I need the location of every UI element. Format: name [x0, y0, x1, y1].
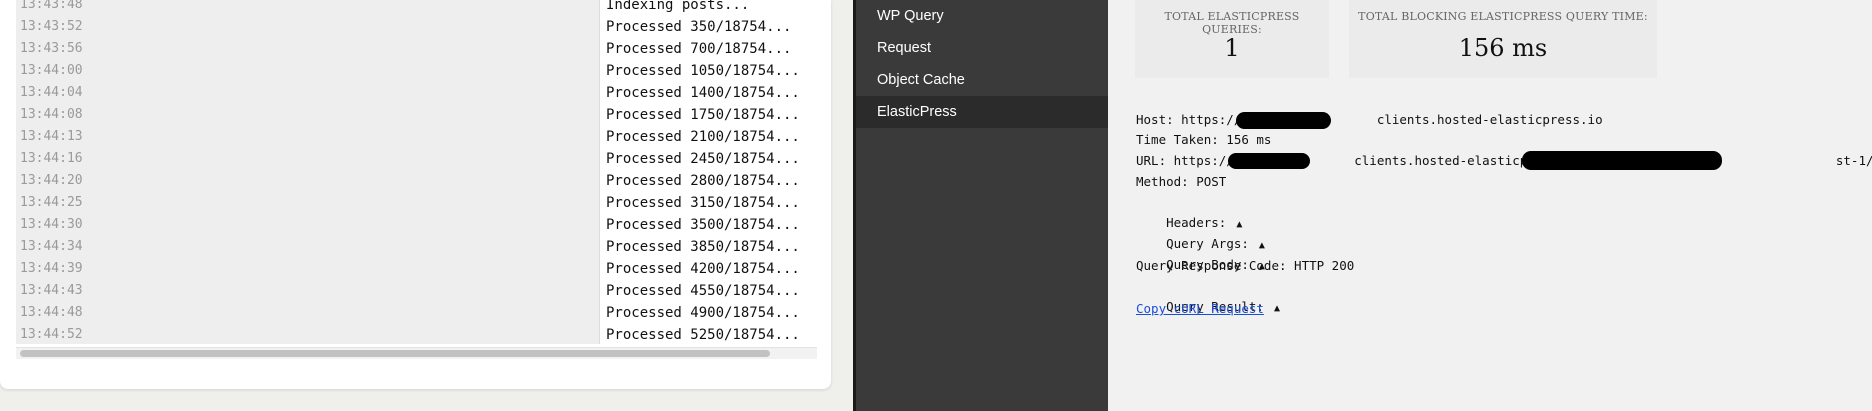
copy-curl-request-link[interactable]: Copy cURL Request	[1136, 299, 1264, 319]
log-message: Processed 700/18754...	[606, 41, 792, 57]
log-timestamp: 13:44:43	[20, 283, 83, 298]
log-timestamp: 13:43:48	[20, 0, 83, 12]
scrollbar-thumb[interactable]	[20, 350, 770, 357]
redaction-mark	[1522, 151, 1722, 170]
nav-item-wp-query[interactable]: WP Query	[856, 0, 1108, 32]
log-message: Processed 2800/18754...	[606, 173, 800, 189]
log-timestamp: 13:44:25	[20, 195, 83, 210]
log-message: Processed 4550/18754...	[606, 283, 800, 299]
log-row: 13:44:52 Processed 5250/18754...	[16, 324, 817, 346]
log-row: 13:44:25 Processed 3150/18754...	[16, 192, 817, 214]
log-row: 13:44:34 Processed 3850/18754...	[16, 236, 817, 258]
log-message: Processed 3850/18754...	[606, 239, 800, 255]
log-table: 13:43:48 Indexing posts... 13:43:52 Proc…	[16, 0, 817, 356]
nav-item-label: WP Query	[877, 8, 944, 24]
debug-bar-nav: WP Query Request Object Cache ElasticPre…	[856, 0, 1108, 411]
log-timestamp: 13:44:30	[20, 217, 83, 232]
log-row: 13:44:30 Processed 3500/18754...	[16, 214, 817, 236]
log-message: Processed 350/18754...	[606, 19, 792, 35]
redaction-mark	[1228, 153, 1310, 169]
log-row: 13:43:48 Indexing posts...	[16, 0, 817, 16]
log-row: 13:44:48 Processed 4900/18754...	[16, 302, 817, 324]
query-time-taken: Time Taken: 156 ms	[1136, 132, 1272, 147]
log-message: Processed 2450/18754...	[606, 151, 800, 167]
nav-item-label: Request	[877, 40, 932, 56]
log-timestamp: 13:44:00	[20, 63, 83, 78]
log-message: Processed 1050/18754...	[606, 63, 800, 79]
nav-item-label: ElasticPress	[877, 104, 957, 120]
log-row: 13:44:08 Processed 1750/18754...	[16, 104, 817, 126]
nav-item-label: Object Cache	[877, 72, 965, 88]
horizontal-scrollbar[interactable]	[16, 347, 817, 359]
log-row: 13:44:39 Processed 4200/18754...	[16, 258, 817, 280]
elasticpress-panel: TOTAL ELASTICPRESS QUERIES: 1 TOTAL BLOC…	[1108, 0, 1872, 411]
log-timestamp: 13:44:13	[20, 129, 83, 144]
log-message: Processed 5250/18754...	[606, 327, 800, 343]
log-message: Processed 3150/18754...	[606, 195, 800, 211]
log-message: Processed 1750/18754...	[606, 107, 800, 123]
log-timestamp: 13:43:52	[20, 19, 83, 34]
redaction-mark	[1236, 112, 1331, 129]
log-timestamp: 13:44:20	[20, 173, 83, 188]
caret-up-icon: ▲	[1273, 303, 1280, 314]
log-timestamp: 13:44:16	[20, 151, 83, 166]
query-response-code: Query Response Code: HTTP 200	[1136, 258, 1355, 273]
log-timestamp: 13:44:08	[20, 107, 83, 122]
log-timestamp: 13:43:56	[20, 41, 83, 56]
log-message: Processed 1400/18754...	[606, 85, 800, 101]
log-timestamp: 13:44:04	[20, 85, 83, 100]
log-row: 13:43:52 Processed 350/18754...	[16, 16, 817, 38]
nav-item-elasticpress[interactable]: ElasticPress	[856, 96, 1108, 128]
stat-value: 1	[1224, 34, 1240, 62]
log-row: 13:44:04 Processed 1400/18754...	[16, 82, 817, 104]
log-message: Processed 4200/18754...	[606, 261, 800, 277]
log-timestamp: 13:44:52	[20, 327, 83, 342]
query-host: Host: https:// clients.hosted-elasticpre…	[1136, 112, 1603, 127]
stat-label: TOTAL ELASTICPRESS QUERIES:	[1164, 10, 1300, 36]
stat-value: 156 ms	[1458, 34, 1548, 62]
log-timestamp: 13:44:48	[20, 305, 83, 320]
nav-item-object-cache[interactable]: Object Cache	[856, 64, 1108, 96]
total-time-stat: TOTAL BLOCKING ELASTICPRESS QUERY TIME: …	[1349, 0, 1657, 78]
log-message: Indexing posts...	[606, 0, 750, 13]
log-timestamp: 13:44:39	[20, 261, 83, 276]
stat-label: TOTAL BLOCKING ELASTICPRESS QUERY TIME:	[1358, 10, 1648, 23]
log-panel: 13:43:48 Indexing posts... 13:43:52 Proc…	[0, 0, 831, 389]
total-queries-stat: TOTAL ELASTICPRESS QUERIES: 1	[1135, 0, 1329, 78]
log-timestamp: 13:44:34	[20, 239, 83, 254]
nav-item-request[interactable]: Request	[856, 32, 1108, 64]
log-message: Processed 3500/18754...	[606, 217, 800, 233]
log-row: 13:43:56 Processed 700/18754...	[16, 38, 817, 60]
log-row: 13:44:43 Processed 4550/18754...	[16, 280, 817, 302]
log-row: 13:44:20 Processed 2800/18754...	[16, 170, 817, 192]
log-row: 13:44:13 Processed 2100/18754...	[16, 126, 817, 148]
log-message: Processed 2100/18754...	[606, 129, 800, 145]
query-method: Method: POST	[1136, 174, 1227, 189]
log-message: Processed 4900/18754...	[606, 305, 800, 321]
log-row: 13:44:00 Processed 1050/18754...	[16, 60, 817, 82]
log-row: 13:44:16 Processed 2450/18754...	[16, 148, 817, 170]
